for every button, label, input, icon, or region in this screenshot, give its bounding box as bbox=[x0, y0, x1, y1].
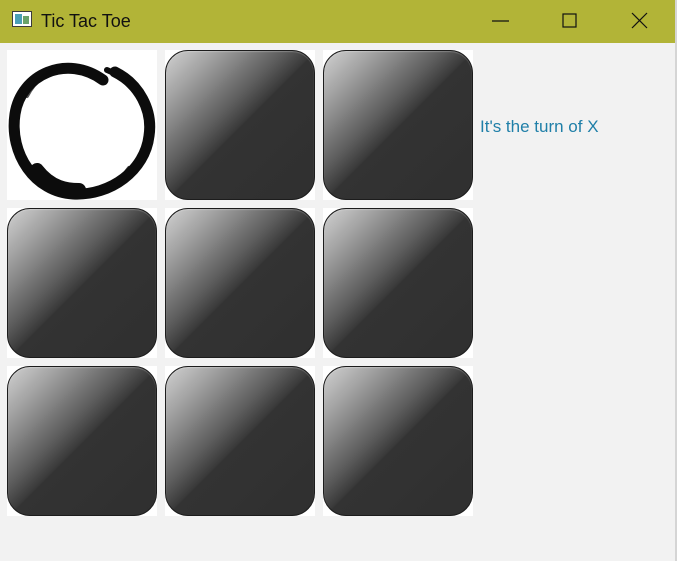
board-cell-r2-c2[interactable] bbox=[165, 208, 315, 358]
close-icon bbox=[631, 12, 648, 29]
empty-tile-button[interactable] bbox=[7, 208, 157, 358]
empty-tile-button[interactable] bbox=[7, 366, 157, 516]
board-cell-r1-c3[interactable] bbox=[323, 50, 473, 200]
minimize-button[interactable] bbox=[466, 0, 536, 43]
app-window: Tic Tac Toe It's the turn of X bbox=[0, 0, 677, 561]
empty-tile-button[interactable] bbox=[165, 208, 315, 358]
board-cell-r1-c2[interactable] bbox=[165, 50, 315, 200]
board-cell-r1-c1[interactable] bbox=[7, 50, 157, 200]
close-button[interactable] bbox=[605, 0, 675, 43]
empty-tile-button[interactable] bbox=[323, 366, 473, 516]
empty-tile-button[interactable] bbox=[165, 50, 315, 200]
minimize-icon bbox=[492, 20, 509, 22]
empty-tile-button[interactable] bbox=[165, 366, 315, 516]
empty-tile-button[interactable] bbox=[323, 50, 473, 200]
board-cell-r3-c1[interactable] bbox=[7, 366, 157, 516]
turn-status-text: It's the turn of X bbox=[480, 117, 599, 136]
empty-tile-button[interactable] bbox=[323, 208, 473, 358]
board-cell-r2-c1[interactable] bbox=[7, 208, 157, 358]
window-title: Tic Tac Toe bbox=[41, 11, 131, 31]
board-cell-r3-c2[interactable] bbox=[165, 366, 315, 516]
board-cell-r3-c3[interactable] bbox=[323, 366, 473, 516]
app-window-icon bbox=[12, 11, 32, 27]
maximize-button[interactable] bbox=[535, 0, 605, 43]
maximize-icon bbox=[562, 13, 577, 28]
title-bar[interactable]: Tic Tac Toe bbox=[0, 0, 677, 43]
board-cell-r2-c3[interactable] bbox=[323, 208, 473, 358]
